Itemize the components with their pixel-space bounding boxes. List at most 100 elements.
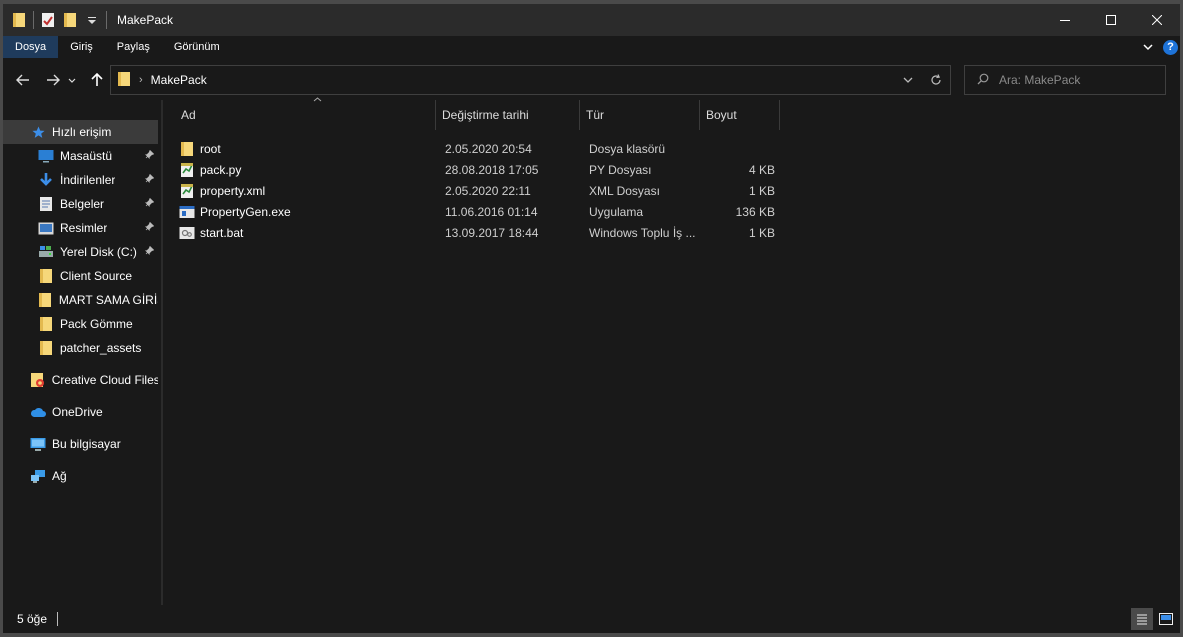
nav-item-local-disk[interactable]: Yerel Disk (C:) — [3, 240, 158, 264]
arrow-left-icon — [16, 74, 29, 86]
file-size: 4 KB — [748, 162, 775, 177]
column-header-size[interactable]: Boyut — [700, 100, 780, 130]
file-type: XML Dosyası — [589, 183, 660, 198]
back-button[interactable] — [13, 70, 33, 90]
file-name-cell: start.bat — [179, 222, 429, 243]
nav-item-pictures[interactable]: Resimler — [3, 216, 158, 240]
tab-share[interactable]: Paylaş — [105, 36, 162, 58]
nav-item-label: MART SAMA GİRİŞ — [58, 293, 158, 307]
nav-item-label: Creative Cloud Files — [51, 373, 158, 387]
file-name-cell: PropertyGen.exe — [179, 201, 429, 222]
column-header-type[interactable]: Tür — [580, 100, 700, 130]
file-row[interactable]: root 2.05.2020 20:54 Dosya klasörü — [179, 138, 779, 159]
maximize-button[interactable] — [1088, 4, 1134, 36]
file-name-cell: pack.py — [179, 159, 429, 180]
file-name: start.bat — [200, 225, 244, 240]
folder-icon — [179, 141, 195, 157]
pin-icon[interactable] — [145, 221, 155, 234]
creative-cloud-icon — [30, 372, 46, 388]
arrow-up-icon — [91, 73, 103, 86]
large-icons-view-button[interactable] — [1155, 608, 1177, 630]
pin-icon[interactable] — [145, 245, 155, 258]
nav-item-label: patcher_assets — [60, 341, 142, 355]
search-input[interactable] — [999, 73, 1149, 87]
column-label: Boyut — [706, 108, 737, 122]
nav-item-creative-cloud[interactable]: Creative Cloud Files — [3, 368, 158, 392]
details-view-button[interactable] — [1131, 608, 1153, 630]
nav-item-downloads[interactable]: İndirilenler — [3, 168, 158, 192]
nav-item-onedrive[interactable]: OneDrive — [3, 400, 158, 424]
file-date: 2.05.2020 22:11 — [445, 183, 531, 198]
nav-item-documents[interactable]: Belgeler — [3, 192, 158, 216]
breadcrumb[interactable]: MakePack — [151, 73, 207, 87]
file-type: PY Dosyası — [589, 162, 652, 177]
search-icon — [977, 73, 989, 88]
recent-locations-button[interactable] — [65, 70, 79, 90]
refresh-button[interactable] — [922, 66, 950, 94]
pin-icon[interactable] — [145, 149, 155, 162]
star-icon — [30, 124, 46, 140]
toolbar-divider — [106, 11, 107, 29]
nav-item-label: Resimler — [60, 221, 108, 235]
file-row[interactable]: pack.py 28.08.2018 17:05 PY Dosyası 4 KB — [179, 159, 779, 180]
nav-item-network[interactable]: Ağ — [3, 464, 158, 488]
pictures-icon — [38, 220, 54, 236]
close-button[interactable] — [1134, 4, 1180, 36]
nav-item-mart-sama-giris[interactable]: MART SAMA GİRİŞ — [3, 288, 158, 312]
file-row[interactable]: start.bat 13.09.2017 18:44 Windows Toplu… — [179, 222, 779, 243]
onedrive-icon — [30, 404, 46, 420]
nav-item-client-source[interactable]: Client Source — [3, 264, 158, 288]
nav-item-this-pc[interactable]: Bu bilgisayar — [3, 432, 158, 456]
details-view-icon — [1137, 614, 1147, 625]
large-icons-view-icon — [1159, 613, 1173, 625]
quick-access-toolbar — [3, 4, 113, 36]
help-button[interactable]: ? — [1163, 39, 1178, 55]
nav-item-label: Masaüstü — [60, 149, 113, 163]
file-date: 13.09.2017 18:44 — [445, 225, 539, 240]
tab-file[interactable]: Dosya — [3, 36, 59, 58]
file-row[interactable]: PropertyGen.exe 11.06.2016 01:14 Uygulam… — [179, 201, 779, 222]
file-row[interactable]: property.xml 2.05.2020 22:11 XML Dosyası… — [179, 180, 779, 201]
file-date: 2.05.2020 20:54 — [445, 141, 532, 156]
expand-ribbon-button[interactable] — [1143, 40, 1153, 54]
file-name: root — [200, 141, 221, 156]
file-size: 136 KB — [735, 204, 775, 219]
file-name-cell: root — [179, 138, 429, 159]
status-bar: 5 öğe — [3, 605, 1180, 633]
toolbar-divider — [33, 11, 34, 29]
nav-item-label: Bu bilgisayar — [52, 437, 121, 451]
window-controls — [1042, 4, 1180, 36]
pin-icon[interactable] — [145, 197, 155, 210]
tab-view[interactable]: Görünüm — [162, 36, 232, 58]
file-size: 1 KB — [748, 183, 775, 198]
nav-item-label: Hızlı erişim — [52, 125, 112, 139]
customize-toolbar-icon[interactable] — [84, 12, 100, 28]
title-bar: MakePack — [3, 4, 1180, 36]
minimize-button[interactable] — [1042, 4, 1088, 36]
file-type: Windows Toplu İş ... — [589, 225, 696, 240]
folder-icon — [38, 292, 53, 308]
breadcrumb-separator-icon[interactable]: › — [139, 74, 143, 86]
address-history-button[interactable] — [894, 66, 922, 94]
properties-icon[interactable] — [40, 12, 56, 28]
column-header-name[interactable]: Ad — [175, 97, 436, 130]
file-list: Ad Değiştirme tarihi Tür Boyut root 2.05… — [163, 97, 1180, 605]
nav-item-patcher-assets[interactable]: patcher_assets — [3, 336, 158, 360]
up-button[interactable] — [87, 70, 107, 90]
network-icon — [30, 468, 46, 484]
sort-ascending-icon — [313, 94, 322, 104]
explorer-window: MakePack Dosya Giriş Paylaş Görünüm ? › … — [3, 4, 1180, 633]
nav-item-desktop[interactable]: Masaüstü — [3, 144, 158, 168]
column-label: Tür — [586, 108, 604, 122]
address-bar[interactable]: › MakePack — [110, 65, 951, 95]
folder-icon — [38, 268, 54, 284]
forward-button[interactable] — [43, 70, 63, 90]
pin-icon[interactable] — [145, 173, 155, 186]
new-folder-icon[interactable] — [62, 12, 78, 28]
nav-item-pack-gomme[interactable]: Pack Gömme — [3, 312, 158, 336]
tab-home[interactable]: Giriş — [58, 36, 105, 58]
nav-item-quick-access[interactable]: Hızlı erişim — [3, 120, 158, 144]
file-date: 28.08.2018 17:05 — [445, 162, 539, 177]
search-box[interactable] — [964, 65, 1166, 95]
column-header-date[interactable]: Değiştirme tarihi — [436, 100, 580, 130]
